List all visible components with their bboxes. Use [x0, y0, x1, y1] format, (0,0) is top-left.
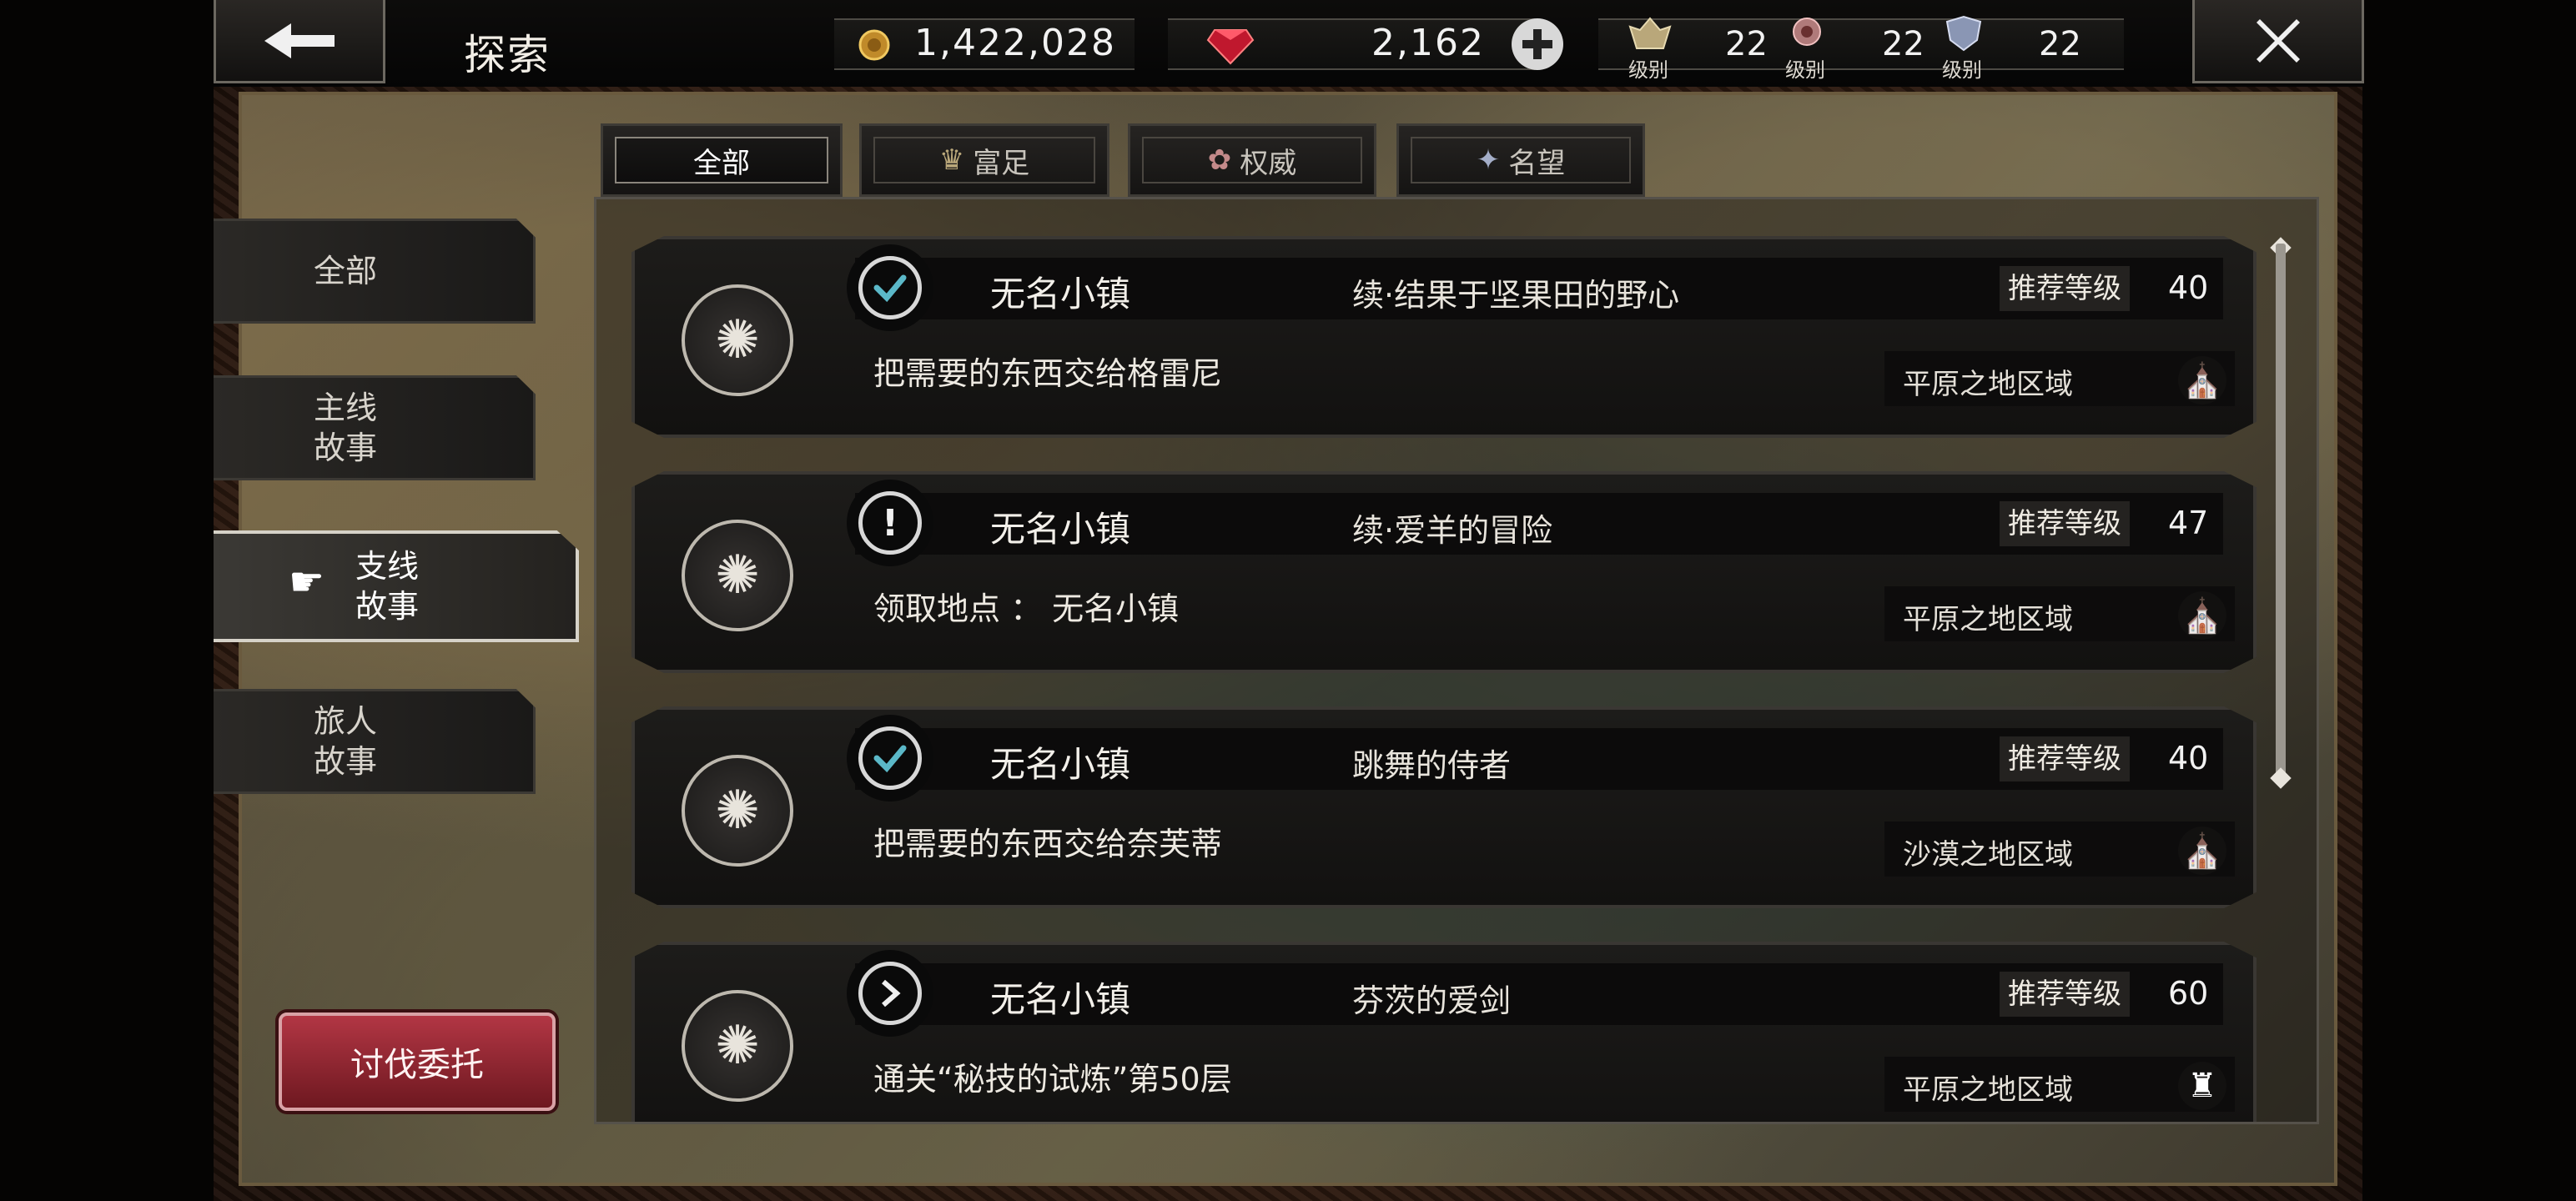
chevron-right-icon — [858, 962, 922, 1025]
wealth-icon: ♛ — [938, 143, 965, 177]
quest-region: 沙漠之地区域 — [1903, 838, 2073, 872]
fame-icon: ✦ — [1476, 143, 1501, 177]
quest-location: 无名小镇 — [990, 509, 1131, 550]
pointing-hand-icon: ☛ — [289, 559, 325, 606]
filter-tab-fame[interactable]: ✦ 名望 — [1396, 123, 1645, 197]
power-rank-label: 级别 — [1785, 58, 1825, 82]
compass-emblem-icon: ✺ — [682, 755, 793, 867]
quest-list-panel: ✺ 无名小镇 续·结果于坚果田的野心 推荐等级 40 把需要的东西交给格雷尼 平… — [594, 197, 2319, 1124]
quest-card[interactable]: ✺ 无名小镇 芬茨的爱剑 推荐等级 60 通关“秘技的试炼”第50层 平原之地区… — [631, 942, 2257, 1122]
back-button[interactable] — [214, 0, 385, 83]
quest-name: 续·爱羊的冒险 — [1352, 512, 1553, 549]
gem-amount: 2,162 — [1371, 22, 1485, 64]
wealth-rank-label: 级别 — [1628, 58, 1668, 82]
quest-objective: 领取地点 ： 无名小镇 — [873, 590, 1180, 627]
sidebar-item-label: 主线 故事 — [314, 389, 378, 466]
recommended-level-label: 推荐等级 — [2000, 501, 2130, 546]
filter-tab-label: 富足 — [973, 146, 1030, 180]
arrow-left-icon — [264, 23, 335, 58]
filter-tab-label: 全部 — [693, 146, 750, 180]
town-icon: ⛪ — [2178, 591, 2226, 640]
sidebar-item-label: 支线 故事 — [355, 548, 420, 625]
subjugation-request-label: 讨伐委托 — [350, 1046, 484, 1084]
tower-icon: ♜ — [2178, 1062, 2226, 1110]
recommended-level-value: 60 — [2168, 975, 2209, 1012]
checkmark-icon — [858, 256, 922, 319]
quest-region: 平原之地区域 — [1903, 1073, 2073, 1107]
exclamation-icon: ! — [858, 491, 922, 555]
quest-name: 续·结果于坚果田的野心 — [1352, 277, 1680, 314]
compass-emblem-icon: ✺ — [682, 284, 793, 396]
power-rank-icon — [1793, 18, 1821, 46]
gold-coin-icon — [858, 29, 890, 61]
recommended-level-value: 40 — [2168, 269, 2209, 306]
recommended-level-label: 推荐等级 — [2000, 736, 2130, 781]
quest-card[interactable]: ✺ 无名小镇 跳舞的侍者 推荐等级 40 把需要的东西交给奈芙蒂 沙漠之地区域 … — [631, 706, 2257, 908]
quest-card[interactable]: ✺ ! 无名小镇 续·爱羊的冒险 推荐等级 47 领取地点 ： 无名小镇 平原之… — [631, 471, 2257, 673]
quest-location: 无名小镇 — [990, 744, 1131, 785]
quest-region: 平原之地区域 — [1903, 368, 2073, 401]
checkmark-icon — [858, 726, 922, 790]
quest-name: 跳舞的侍者 — [1352, 747, 1512, 784]
quest-status — [847, 950, 933, 1037]
quest-location: 无名小镇 — [990, 274, 1131, 314]
close-icon — [2257, 18, 2300, 63]
quest-location: 无名小镇 — [990, 979, 1131, 1020]
power-rank-value: 22 — [1882, 25, 1924, 63]
power-icon: ✿ — [1207, 143, 1232, 177]
ruby-gem-icon — [1206, 29, 1255, 65]
compass-emblem-icon: ✺ — [682, 520, 793, 631]
sidebar-item-side-story[interactable]: 支线 故事 — [214, 530, 579, 642]
recommended-level-value: 47 — [2168, 505, 2209, 541]
scrollbar-thumb[interactable] — [2276, 244, 2286, 777]
filter-tab-wealth[interactable]: ♛ 富足 — [859, 123, 1109, 197]
sidebar-item-label: 全部 — [314, 253, 378, 289]
wealth-rank-value: 22 — [1725, 25, 1768, 63]
gold-amount: 1,422,028 — [914, 22, 1116, 64]
quest-status — [847, 244, 933, 331]
fame-rank-icon — [1945, 15, 1982, 52]
add-gems-button[interactable] — [1512, 18, 1563, 70]
sidebar-item-traveler-story[interactable]: 旅人 故事 — [214, 689, 536, 794]
quest-objective: 把需要的东西交给格雷尼 — [873, 355, 1223, 392]
filter-tab-power[interactable]: ✿ 权威 — [1128, 123, 1376, 197]
fame-rank-label: 级别 — [1942, 58, 1982, 82]
fame-rank-value: 22 — [2039, 25, 2081, 63]
quest-name: 芬茨的爱剑 — [1352, 982, 1512, 1019]
quest-status — [847, 715, 933, 802]
sidebar-item-main-story[interactable]: 主线 故事 — [214, 375, 536, 480]
compass-emblem-icon: ✺ — [682, 990, 793, 1102]
plus-icon — [1522, 29, 1552, 59]
wealth-rank-icon — [1628, 17, 1672, 49]
quest-status: ! — [847, 480, 933, 566]
recommended-level-label: 推荐等级 — [2000, 266, 2130, 311]
sidebar-item-all[interactable]: 全部 — [214, 219, 536, 324]
sidebar-item-label: 旅人 故事 — [314, 703, 378, 780]
quest-objective: 通关“秘技的试炼”第50层 — [873, 1061, 1232, 1098]
quest-card[interactable]: ✺ 无名小镇 续·结果于坚果田的野心 推荐等级 40 把需要的东西交给格雷尼 平… — [631, 236, 2257, 438]
town-icon: ⛪ — [2178, 827, 2226, 875]
filter-tab-label: 权威 — [1240, 146, 1297, 180]
page-title: 探索 — [464, 31, 551, 79]
recommended-level-value: 40 — [2168, 740, 2209, 776]
filter-tab-label: 名望 — [1508, 146, 1566, 180]
quest-region: 平原之地区域 — [1903, 603, 2073, 636]
quest-objective: 把需要的东西交给奈芙蒂 — [873, 826, 1223, 862]
subjugation-request-button[interactable]: 讨伐委托 — [279, 1013, 556, 1111]
recommended-level-label: 推荐等级 — [2000, 972, 2130, 1017]
town-icon: ⛪ — [2178, 356, 2226, 405]
close-button[interactable] — [2192, 0, 2364, 83]
filter-tab-all[interactable]: 全部 — [601, 123, 843, 197]
